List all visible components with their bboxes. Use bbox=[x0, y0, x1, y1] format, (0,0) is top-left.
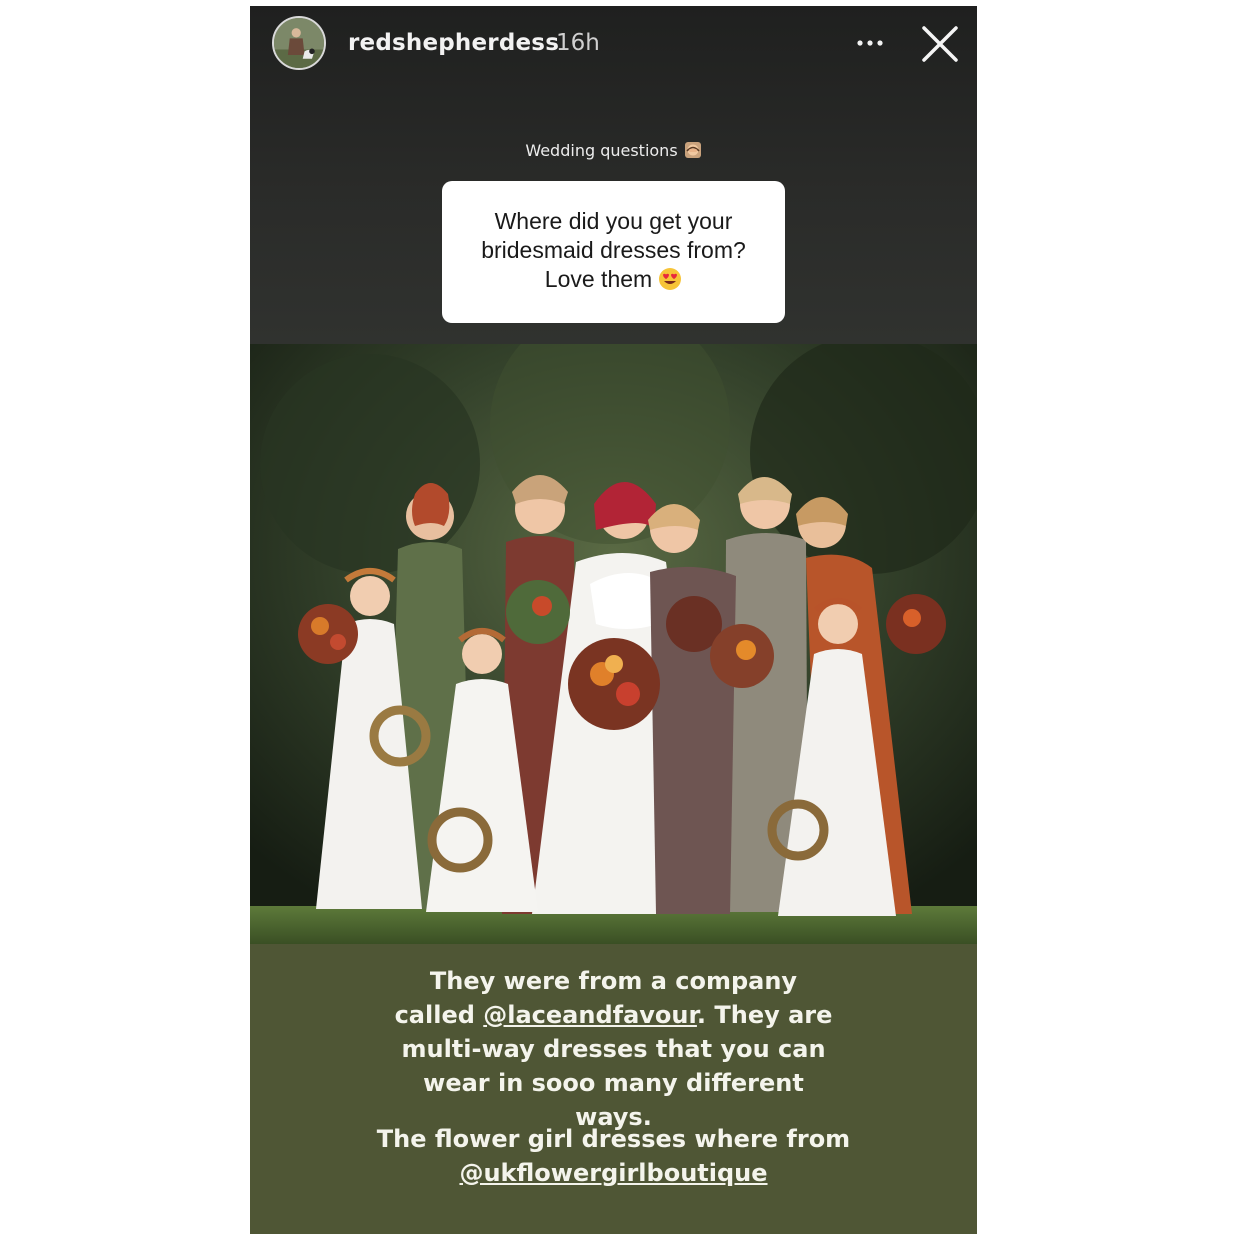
question-card[interactable]: Where did you get your bridesmaid dresse… bbox=[442, 181, 785, 323]
answer-paragraph-2: The flower girl dresses where from @ukfl… bbox=[250, 1122, 977, 1190]
question-line-1: Where did you get your bbox=[494, 208, 733, 234]
more-options-button[interactable] bbox=[852, 28, 888, 58]
more-horizontal-icon bbox=[857, 40, 883, 46]
mention-laceandfavour-link[interactable]: @laceandfavour bbox=[483, 1001, 697, 1029]
story-viewer[interactable]: redshepherdess 16h Wedding questions Whe… bbox=[250, 6, 977, 1234]
answer-panel: They were from a company called @laceand… bbox=[250, 944, 977, 1234]
question-line-3-text: Love them bbox=[544, 266, 653, 292]
wedding-photo-illustration bbox=[250, 344, 977, 944]
heart-eyes-icon bbox=[659, 268, 682, 290]
avatar-image bbox=[274, 18, 324, 68]
question-line-2: bridesmaid dresses from? bbox=[481, 237, 746, 263]
answer-text-2a: The flower girl dresses where from bbox=[376, 1125, 851, 1153]
answer-paragraph-1: They were from a company called @laceand… bbox=[250, 964, 977, 1134]
woman-facepalming-icon bbox=[684, 142, 701, 158]
question-line-3: Love them bbox=[460, 265, 767, 294]
username[interactable]: redshepherdess bbox=[348, 30, 559, 56]
close-icon bbox=[922, 26, 958, 62]
wedding-group-photo bbox=[250, 344, 977, 944]
close-button[interactable] bbox=[918, 22, 962, 66]
question-label-text: Wedding questions bbox=[525, 141, 678, 160]
mention-ukflowergirlboutique-link[interactable]: @ukflowergirlboutique bbox=[459, 1159, 767, 1187]
post-time: 16h bbox=[556, 30, 600, 56]
profile-avatar[interactable] bbox=[272, 16, 326, 70]
story-header: redshepherdess 16h bbox=[250, 6, 977, 82]
question-sticker-label: Wedding questions bbox=[250, 141, 977, 160]
